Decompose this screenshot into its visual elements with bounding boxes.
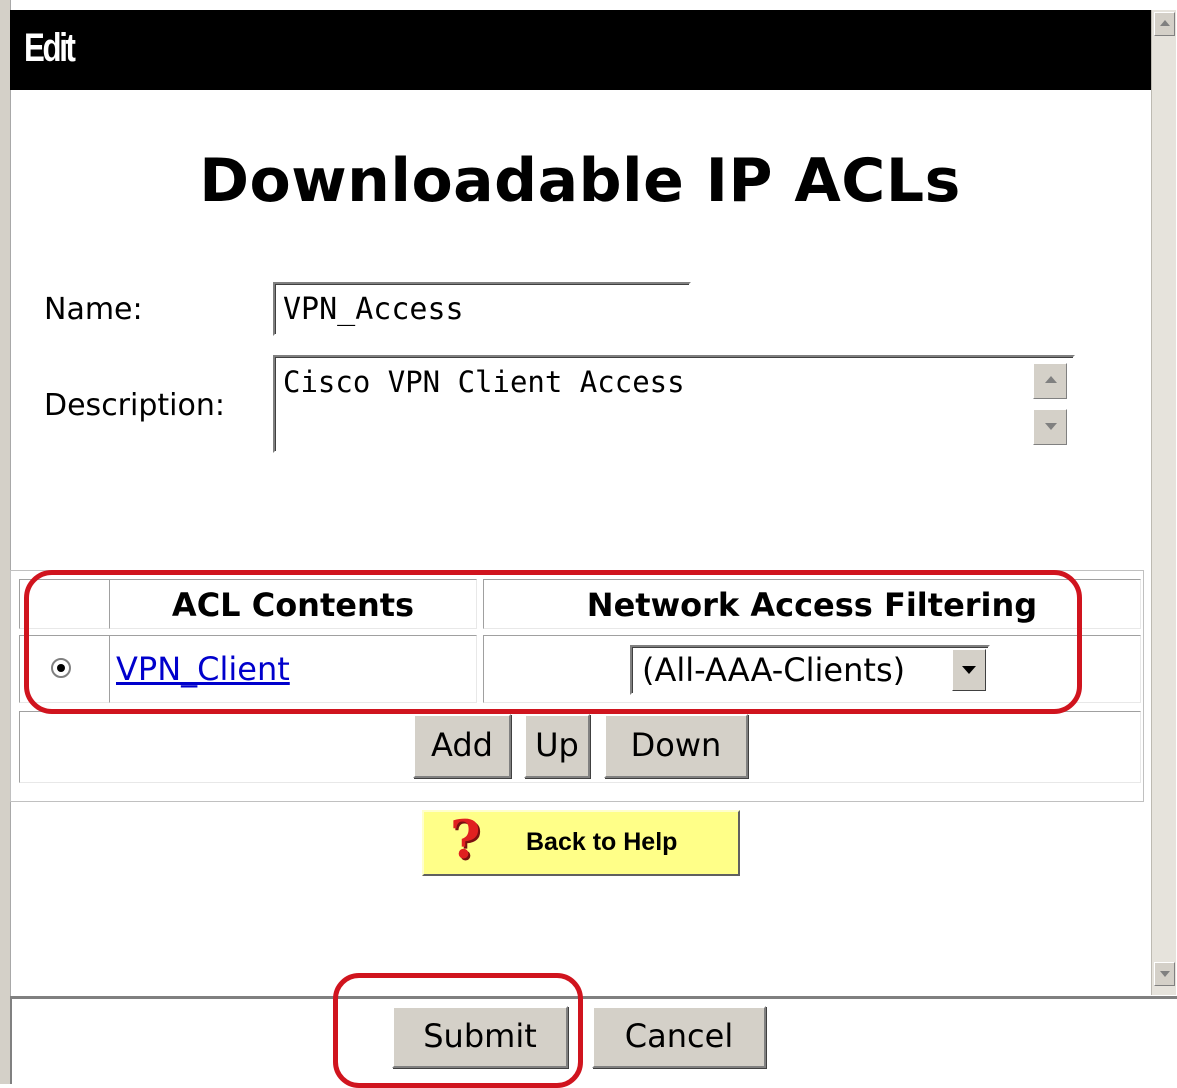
title-bar <box>10 10 1151 90</box>
description-text: Cisco VPN Client Access <box>283 365 685 399</box>
textarea-scroll-down-button[interactable] <box>1033 409 1067 445</box>
up-button[interactable]: Up <box>524 714 590 778</box>
svg-text:?: ? <box>450 816 480 871</box>
scroll-up-button[interactable] <box>1154 12 1175 36</box>
name-input[interactable]: VPN_Access <box>273 282 691 336</box>
name-label: Name: <box>44 292 143 327</box>
acl-row-highlight <box>24 570 1082 714</box>
arrow-up-icon <box>1160 20 1170 26</box>
scroll-down-button[interactable] <box>1154 962 1175 986</box>
down-button[interactable]: Down <box>604 714 748 778</box>
description-textarea[interactable]: Cisco VPN Client Access <box>273 355 1075 453</box>
back-to-help-button[interactable]: ? ? Back to Help <box>422 810 740 876</box>
arrow-down-icon <box>1045 423 1057 430</box>
question-mark-icon: ? ? <box>450 810 490 873</box>
arrow-up-icon <box>1045 376 1057 383</box>
cancel-button[interactable]: Cancel <box>592 1006 766 1068</box>
back-to-help-label: Back to Help <box>526 828 678 856</box>
page-title: Downloadable IP ACLs <box>199 146 961 216</box>
textarea-scroll-up-button[interactable] <box>1033 363 1067 399</box>
description-label: Description: <box>44 388 225 423</box>
submit-highlight <box>333 973 583 1088</box>
arrow-down-icon <box>1160 971 1170 977</box>
add-button[interactable]: Add <box>413 714 511 778</box>
window-title: Edit <box>24 26 76 70</box>
